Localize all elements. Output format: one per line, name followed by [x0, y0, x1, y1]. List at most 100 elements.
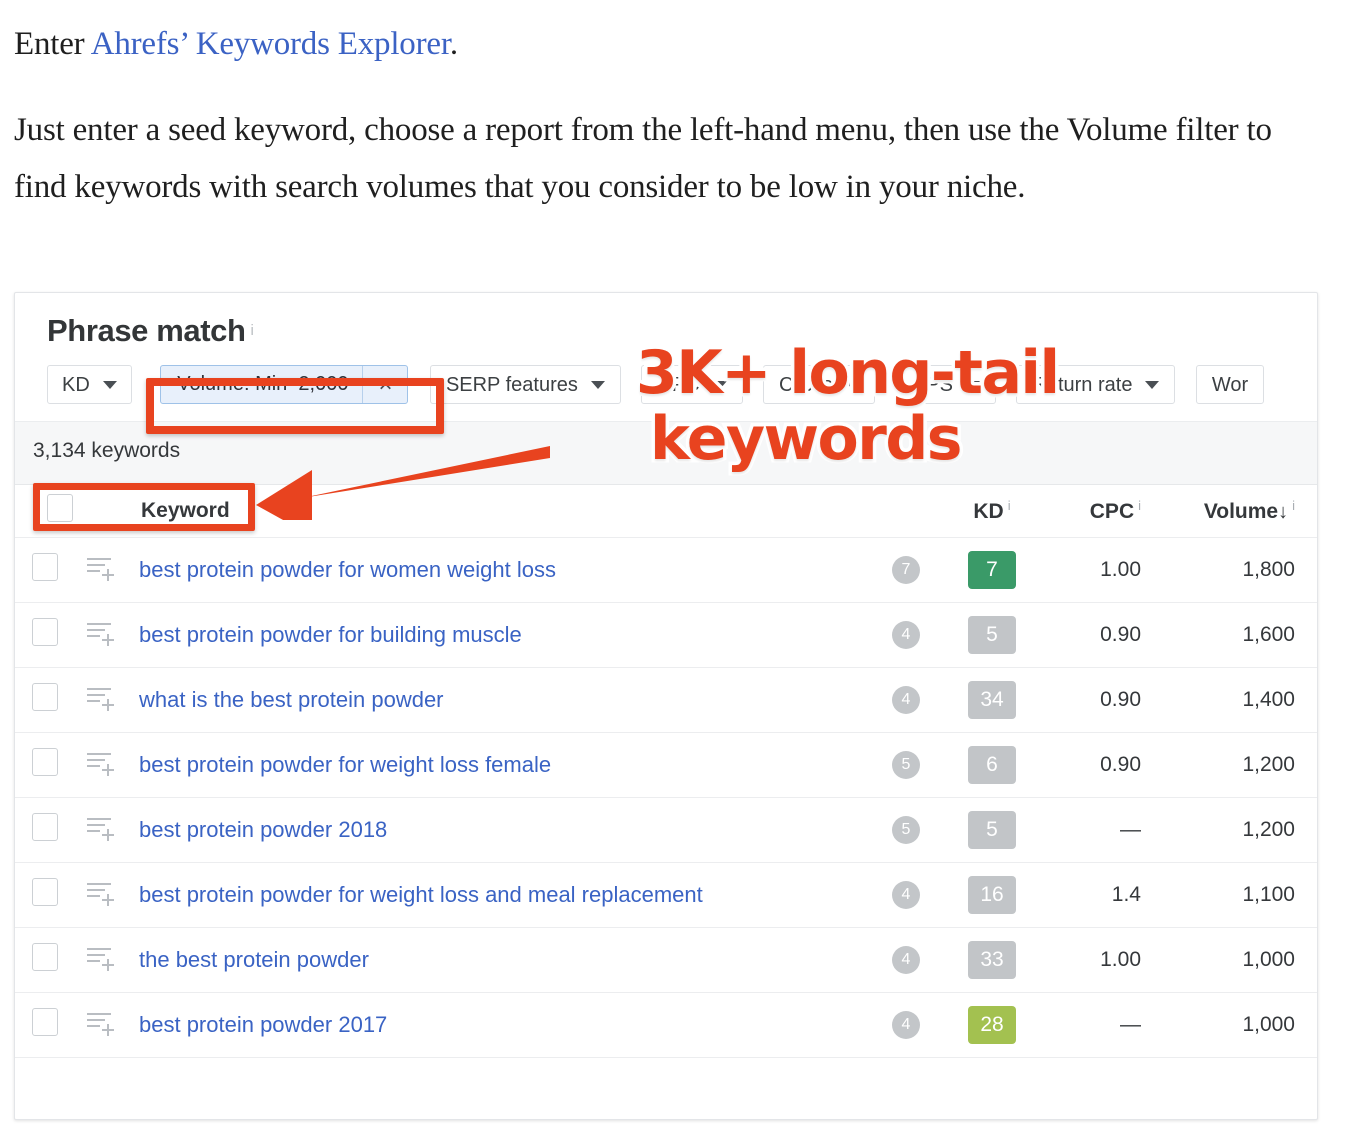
row-parent-topic-cell: 4 — [865, 667, 947, 733]
select-all-checkbox[interactable] — [46, 493, 73, 522]
add-to-list-icon[interactable] — [87, 686, 114, 711]
filter-kd[interactable]: KD — [47, 365, 132, 404]
serp-position-badge: 7 — [892, 555, 920, 584]
row-cpc-cell: 0.90 — [1037, 667, 1165, 733]
keyword-link[interactable]: best protein powder for women weight los… — [139, 557, 556, 582]
row-select-cell — [15, 602, 87, 668]
add-to-list-icon[interactable] — [87, 1011, 114, 1036]
paragraph-instructions: Just enter a seed keyword, choose a repo… — [14, 112, 1272, 205]
close-icon[interactable]: × — [363, 366, 407, 403]
serp-position-badge: 4 — [892, 685, 920, 714]
annotation-line-1: 3K+ long-tail — [633, 337, 1064, 410]
paragraph1-prefix: Enter — [14, 26, 91, 62]
row-checkbox[interactable] — [32, 617, 58, 646]
table-row[interactable]: best protein powder for women weight los… — [15, 537, 1317, 603]
row-checkbox[interactable] — [32, 552, 58, 581]
row-kd-cell: 16 — [947, 862, 1037, 928]
row-cpc-cell: — — [1037, 797, 1165, 863]
row-select-cell — [15, 732, 87, 798]
filter-kd-label: KD — [62, 373, 90, 396]
row-volume-cell: 1,600 — [1165, 602, 1317, 668]
keywords-table: Keyword KD i CPC i Volume↓ i best protein p… — [15, 485, 1317, 1058]
keywords-count: 3,134 keywords — [33, 439, 181, 462]
row-checkbox[interactable] — [32, 682, 58, 711]
info-icon-title[interactable]: i — [251, 322, 254, 339]
table-row[interactable]: best protein powder for weight loss fema… — [15, 732, 1317, 798]
row-cpc-cell: 1.4 — [1037, 862, 1165, 928]
row-checkbox[interactable] — [32, 812, 58, 841]
row-action-cell — [87, 797, 139, 863]
table-row[interactable]: best protein powder for weight loss and … — [15, 862, 1317, 928]
row-parent-topic-cell: 4 — [865, 992, 947, 1058]
row-action-cell — [87, 602, 139, 668]
keyword-link[interactable]: best protein powder 2018 — [139, 817, 387, 842]
header-volume[interactable]: Volume↓ i — [1165, 485, 1317, 538]
serp-position-badge: 4 — [892, 945, 920, 974]
filter-words-label: Wor — [1211, 373, 1249, 396]
row-checkbox[interactable] — [32, 1007, 58, 1036]
row-select-cell — [15, 537, 87, 603]
kd-badge: 34 — [968, 680, 1016, 719]
row-kd-cell: 7 — [947, 537, 1037, 603]
row-cpc-cell: 1.00 — [1037, 927, 1165, 993]
filter-serp-features[interactable]: SERP features — [429, 365, 621, 404]
row-volume-cell: 1,100 — [1165, 862, 1317, 928]
table-row[interactable]: the best protein powder 4 33 1.00 1,000 — [15, 927, 1317, 993]
filter-words[interactable]: Wor — [1195, 365, 1265, 404]
info-icon-cpc[interactable]: i — [1138, 498, 1141, 513]
keyword-link[interactable]: best protein powder 2017 — [139, 1012, 387, 1037]
row-volume-cell: 1,400 — [1165, 667, 1317, 733]
header-icon-spacer — [87, 485, 139, 538]
kd-badge: 6 — [968, 745, 1016, 784]
row-checkbox[interactable] — [32, 877, 58, 906]
add-to-list-icon[interactable] — [87, 816, 114, 841]
add-to-list-icon[interactable] — [87, 946, 114, 971]
table-row[interactable]: best protein powder 2018 5 5 —1,200 — [15, 797, 1317, 863]
filter-serp-features-label: SERP features — [445, 373, 578, 396]
keyword-link[interactable]: best protein powder for building muscle — [139, 622, 522, 647]
table-row[interactable]: best protein powder for building muscle 4… — [15, 602, 1317, 668]
table-header-row: Keyword KD i CPC i Volume↓ i — [15, 485, 1317, 538]
header-volume-label: Volume — [1203, 499, 1279, 523]
table-row[interactable]: best protein powder 2017 4 28 —1,000 — [15, 992, 1317, 1058]
row-keyword-cell: best protein powder 2017 — [139, 992, 865, 1058]
row-keyword-cell: best protein powder for weight loss fema… — [139, 732, 865, 798]
header-cpc[interactable]: CPC i — [1037, 485, 1165, 538]
keyword-link[interactable]: best protein powder for weight loss and … — [139, 882, 703, 907]
row-keyword-cell: best protein powder for women weight los… — [139, 537, 865, 603]
row-parent-topic-cell: 5 — [865, 797, 947, 863]
page-title: Phrase match — [47, 313, 246, 348]
add-to-list-icon[interactable] — [87, 621, 114, 646]
filter-volume-active[interactable]: Volume: Min–2,000 × — [160, 365, 409, 404]
row-checkbox[interactable] — [32, 942, 58, 971]
row-keyword-cell: best protein powder 2018 — [139, 797, 865, 863]
header-cpc-label: CPC — [1089, 499, 1135, 523]
header-kd-label: KD — [973, 499, 1004, 523]
chevron-down-icon — [590, 380, 605, 389]
add-to-list-icon[interactable] — [87, 751, 114, 776]
filter-volume-label: Volume: Min–2,000 — [177, 373, 349, 395]
row-select-cell — [15, 667, 87, 733]
row-cpc-cell: 0.90 — [1037, 602, 1165, 668]
header-kd[interactable]: KD i — [947, 485, 1037, 538]
row-kd-cell: 33 — [947, 927, 1037, 993]
keyword-link[interactable]: what is the best protein powder — [139, 687, 444, 712]
header-keyword-label: Keyword — [141, 498, 230, 522]
info-icon-kd[interactable]: i — [1008, 498, 1011, 513]
add-to-list-icon[interactable] — [87, 556, 114, 581]
row-volume-cell: 1,800 — [1165, 537, 1317, 603]
table-row[interactable]: what is the best protein powder 4 34 0.90 1,… — [15, 667, 1317, 733]
row-parent-topic-cell: 5 — [865, 732, 947, 798]
header-keyword[interactable]: Keyword — [139, 485, 865, 538]
row-kd-cell: 6 — [947, 732, 1037, 798]
ahrefs-keywords-explorer-link[interactable]: Ahrefs’ Keywords Explorer — [91, 26, 450, 62]
annotation-text: 3K+ long-tail keywords — [633, 337, 1116, 476]
info-icon-volume[interactable]: i — [1292, 498, 1295, 513]
sort-descending-icon[interactable]: ↓ — [1278, 501, 1288, 523]
row-select-cell — [15, 927, 87, 993]
row-keyword-cell: the best protein powder — [139, 927, 865, 993]
keyword-link[interactable]: best protein powder for weight loss fema… — [139, 752, 551, 777]
add-to-list-icon[interactable] — [87, 881, 114, 906]
row-checkbox[interactable] — [32, 747, 58, 776]
keyword-link[interactable]: the best protein powder — [139, 947, 369, 972]
